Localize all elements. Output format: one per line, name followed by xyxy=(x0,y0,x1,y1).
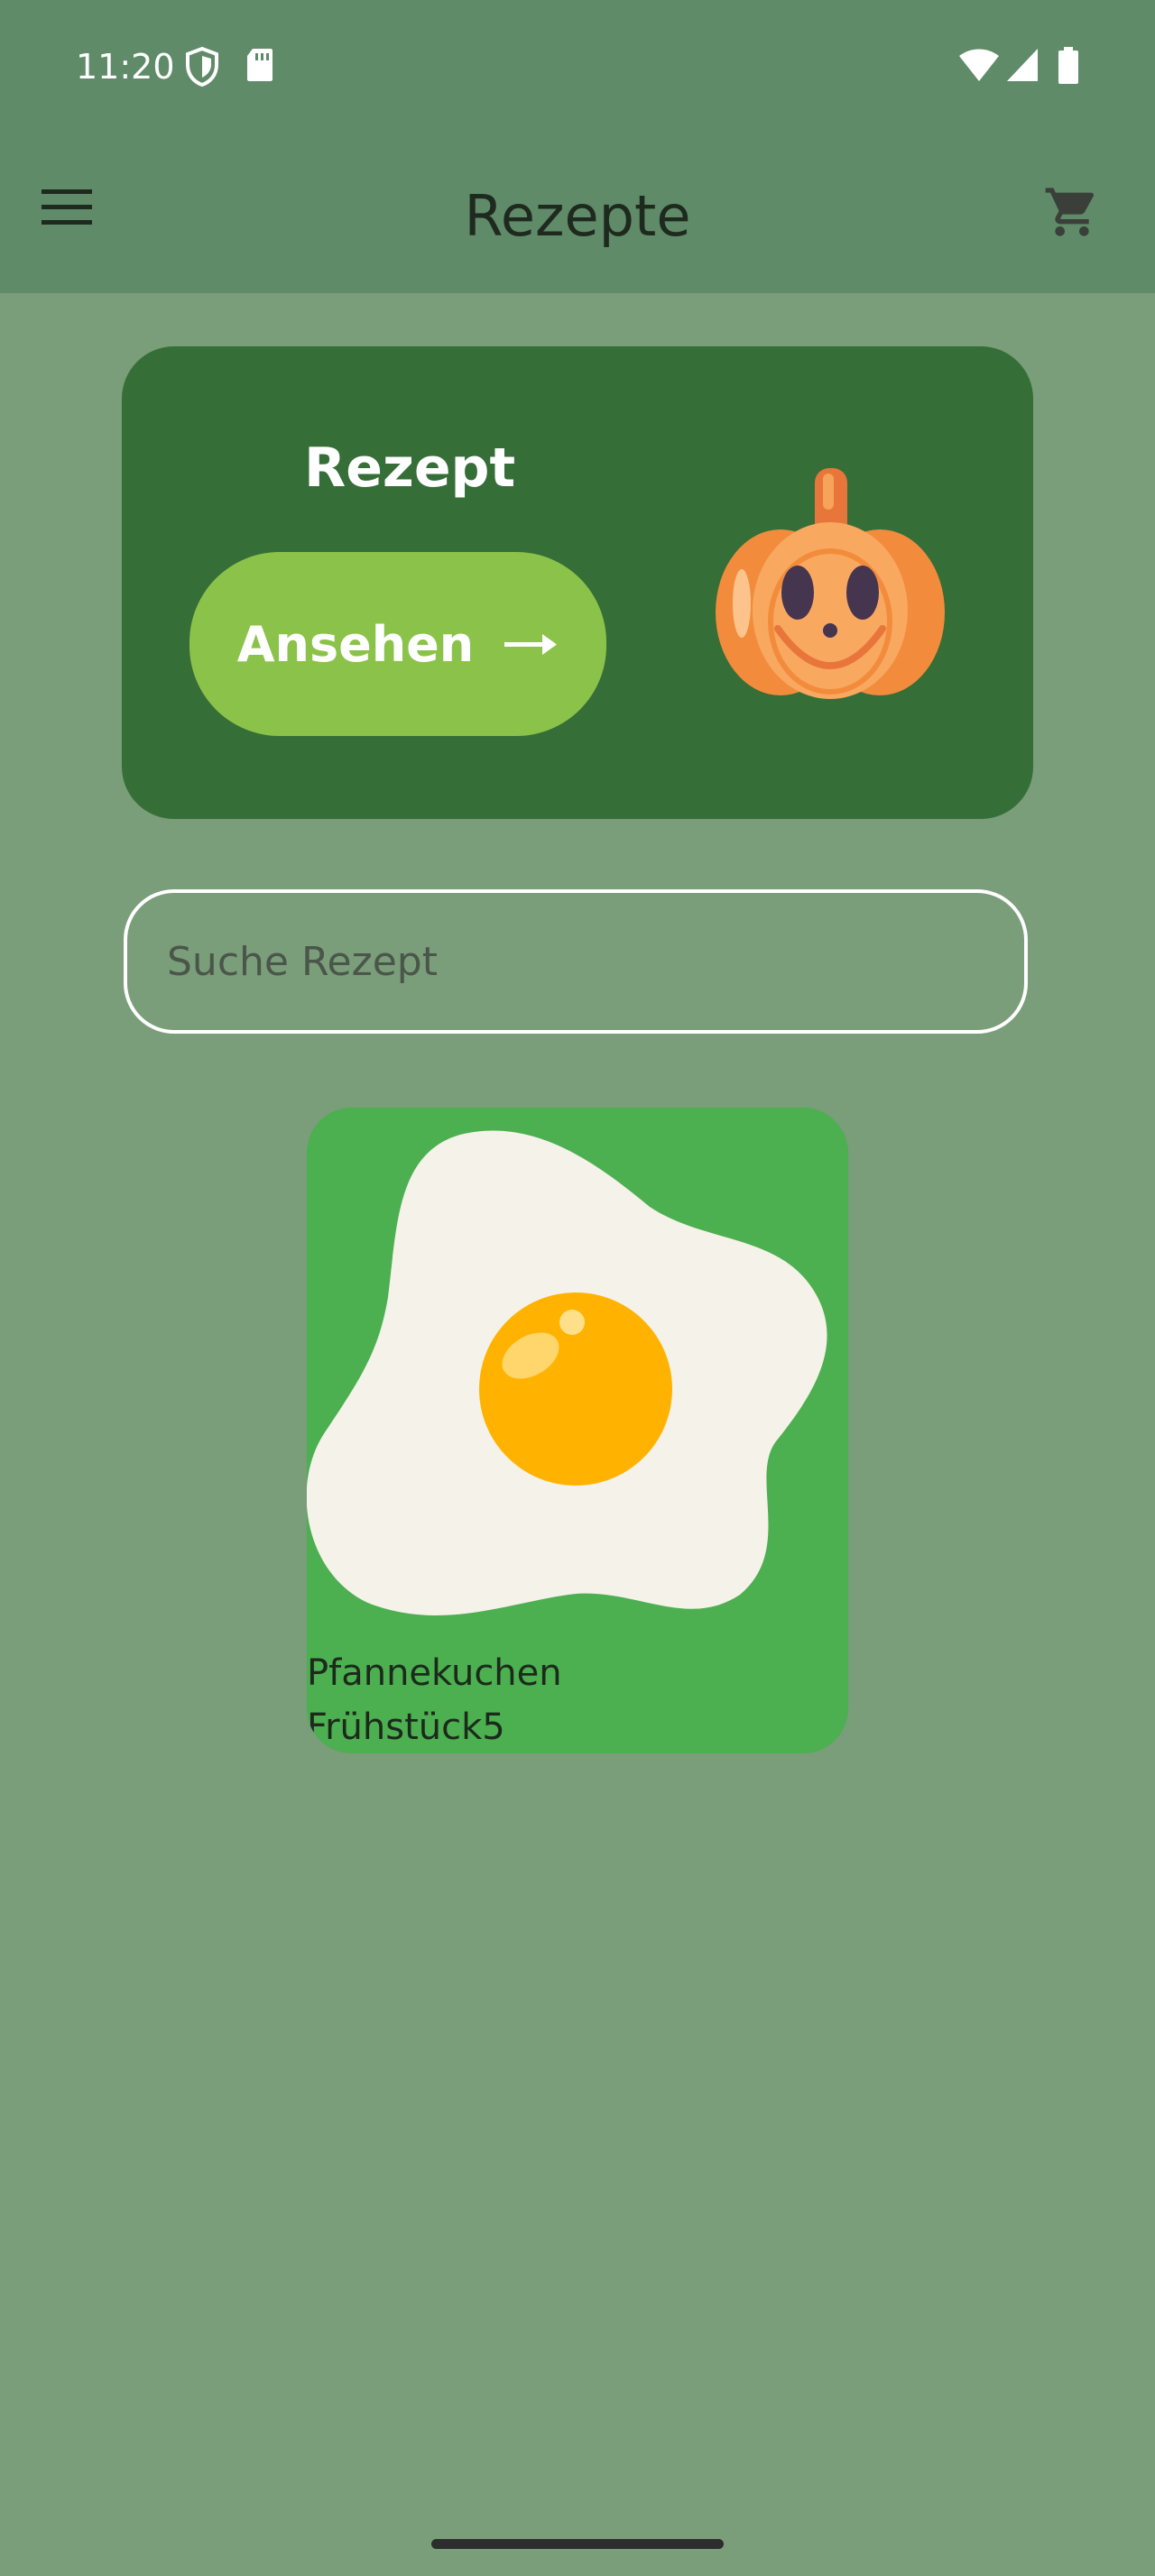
view-recipe-button-label: Ansehen xyxy=(236,615,475,673)
cart-button[interactable] xyxy=(1043,183,1115,255)
shield-icon xyxy=(184,46,220,90)
view-recipe-button[interactable]: Ansehen xyxy=(189,552,606,736)
wifi-icon xyxy=(958,47,1000,87)
status-time: 11:20 xyxy=(76,47,175,87)
app-bar: Rezepte xyxy=(0,140,1155,293)
search-input[interactable] xyxy=(124,889,1028,1034)
home-indicator[interactable] xyxy=(431,2539,724,2549)
pumpkin-icon xyxy=(716,468,945,699)
recipe-name: Pfannekuchen xyxy=(307,1652,562,1694)
page-title: Rezepte xyxy=(464,183,691,249)
fried-egg-icon xyxy=(307,1130,827,1615)
battery-icon xyxy=(1058,47,1079,88)
recipe-card[interactable]: Pfannekuchen Frühstück5 xyxy=(307,1108,848,1753)
sd-card-icon xyxy=(245,47,274,87)
promo-card: Rezept Ansehen xyxy=(122,346,1033,819)
arrow-right-icon xyxy=(504,634,558,655)
promo-title: Rezept xyxy=(304,437,516,500)
recipe-category: Frühstück5 xyxy=(307,1707,505,1748)
signal-icon xyxy=(1005,47,1040,87)
cart-icon xyxy=(1045,188,1095,236)
status-bar: 11:20 xyxy=(0,0,1155,140)
